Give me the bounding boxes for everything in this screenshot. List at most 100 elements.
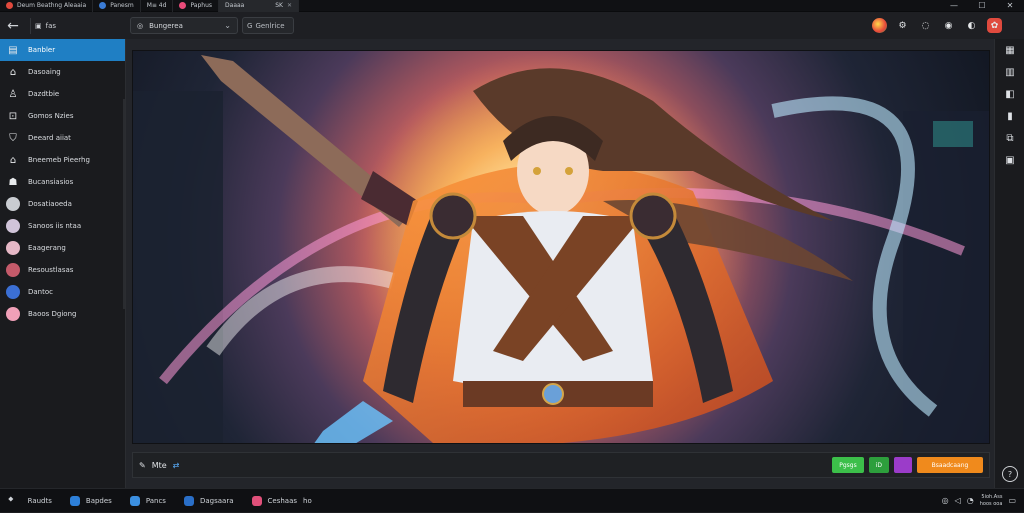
start-icon[interactable]: ⯁: [4, 489, 18, 513]
tab-favicon-icon: [179, 2, 187, 9]
taskbar-item-label: Ceshaas: [267, 496, 298, 505]
bottombar-actions: Pgsgs iD Bsaadcaang: [832, 457, 983, 473]
sidebar-item-label: Dazdtbie: [28, 90, 60, 98]
volume-icon[interactable]: ◁: [955, 496, 961, 505]
sidebar-item-label: Dosatiaoeda: [28, 200, 72, 208]
settings-icon[interactable]: ⚙: [895, 18, 910, 33]
category-select[interactable]: ◎ Bungerea ⌄: [130, 17, 238, 34]
taskbar-item-label: Bapdes: [85, 496, 112, 505]
taskbar-item-2[interactable]: Pancs: [122, 489, 174, 513]
sidebar-item-11[interactable]: Dantoc: [0, 281, 125, 303]
sidebar-scrollbar[interactable]: [123, 99, 125, 309]
sidebar-item-6[interactable]: ☗ Bucansiasios: [0, 171, 125, 193]
copy-icon[interactable]: ⧉: [995, 127, 1024, 149]
document-icon: ▤: [8, 44, 18, 56]
tab-1[interactable]: Deum Beathng Aleaaia: [0, 0, 94, 12]
clock[interactable]: 5ioh.Ass hoos ooa: [980, 494, 1003, 508]
maximize-icon[interactable]: ☐: [968, 0, 996, 12]
taskbar-item-label: Dagsaara: [199, 496, 234, 505]
info-icon[interactable]: ◉: [941, 18, 956, 33]
sidebar-item-2[interactable]: ♙ Dazdtbie: [0, 83, 125, 105]
taskbar-item-1[interactable]: Bapdes: [62, 489, 120, 513]
sidebar-item-label: Resoustlasas: [28, 266, 74, 274]
sidebar-item-9[interactable]: Eaagerang: [0, 237, 125, 259]
sidebar-item-10[interactable]: Resoustlasas: [0, 259, 125, 281]
sidebar-item-1[interactable]: ⌂ Dasoaing: [0, 61, 125, 83]
search-field[interactable]: G Genlrice: [242, 17, 294, 34]
eye-icon[interactable]: ◐: [964, 18, 979, 33]
chevron-down-icon: ⌄: [224, 21, 231, 30]
tab-label: Deum Beathng Aleaaia: [17, 2, 87, 9]
toolbar: ← ▣ fas ◎ Bungerea ⌄ G Genlrice ⚙ ◌ ◉ ◐ …: [0, 12, 1024, 39]
sidebar-item-8[interactable]: Sanoos iis ntaa: [0, 215, 125, 237]
shield-icon: ⛉: [9, 132, 17, 144]
taskbar-item-4[interactable]: Ceshaas ho: [244, 489, 320, 513]
sidebar-item-5[interactable]: ⌂ Bneemeb Pieerhg: [0, 149, 125, 171]
taskbar-item-label: Pancs: [145, 496, 166, 505]
avatar: [6, 241, 20, 255]
app-icon: [69, 495, 80, 506]
tab-2[interactable]: Panesm: [93, 0, 141, 12]
primary-action-button[interactable]: Bsaadcaang: [917, 457, 983, 473]
breadcrumb-label: fas: [45, 21, 57, 30]
help-icon[interactable]: ?: [1002, 466, 1018, 482]
toolbar-icons: ⚙ ◌ ◉ ◐ ✿: [872, 18, 1002, 33]
taskbar-item-3[interactable]: Dagsaara: [176, 489, 242, 513]
bottom-action-bar: ✎ Mte ⇄ Pgsgs iD Bsaadcaang: [132, 452, 990, 478]
window-close-icon[interactable]: ✕: [996, 0, 1024, 12]
action-button-1[interactable]: Pgsgs: [832, 457, 864, 473]
network-icon[interactable]: ◔: [967, 496, 974, 505]
app-badge-icon[interactable]: ✿: [987, 18, 1002, 33]
tab-4[interactable]: Paphus: [173, 0, 220, 12]
sidebar-item-label: Bucansiasios: [28, 178, 74, 186]
tab-label: Daaaa: [225, 2, 245, 9]
share-icon[interactable]: ⇄: [173, 461, 180, 470]
sidebar-item-label: Gomos Nzies: [28, 112, 74, 120]
sidebar-item-label: Banbler: [28, 46, 56, 54]
taskbar-item-0[interactable]: Raudts: [20, 489, 60, 513]
avatar: [6, 197, 20, 211]
sidebar-item-0[interactable]: ▤ Banbler: [0, 39, 125, 61]
home-icon: ⌂: [9, 154, 17, 166]
headset-icon[interactable]: ◎: [942, 496, 949, 505]
colorful-app-icon[interactable]: [872, 18, 887, 33]
clock-date: hoos ooa: [979, 500, 1003, 507]
action-button-3[interactable]: [894, 457, 912, 473]
taskbar: ⯁ Raudts Bapdes Pancs Dagsaara Ceshaas ho…: [0, 488, 1024, 512]
left-sidebar: ▤ Banbler ⌂ Dasoaing ♙ Dazdtbie ⊡ Gomos Nzie…: [0, 39, 126, 488]
notification-icon[interactable]: ▭: [1008, 496, 1016, 505]
tab-bar: Deum Beathng Aleaaia Panesm M≡ 4d Paphus…: [0, 0, 1024, 12]
tab-label: Panesm: [110, 2, 134, 9]
clock-time: 5ioh.Ass: [981, 493, 1003, 500]
sidebar-item-12[interactable]: Baoos Dgiong: [0, 303, 125, 325]
sidebar-item-4[interactable]: ⛉ Deeard aiiat: [0, 127, 125, 149]
refresh-icon[interactable]: ◌: [918, 18, 933, 33]
tab-3[interactable]: M≡ 4d: [141, 0, 174, 12]
tab-5[interactable]: Daaaa SK ✕: [219, 0, 300, 12]
folder-icon: ⌂: [9, 66, 17, 78]
right-sidebar: ▦ ▥ ◧ ▮ ⧉ ▣ ?: [994, 39, 1024, 488]
artwork-svg: [133, 51, 989, 443]
storage-icon[interactable]: ▣: [995, 149, 1024, 171]
circle-icon: ◎: [137, 21, 144, 30]
breadcrumb[interactable]: ▣ fas: [30, 17, 57, 34]
bottombar-label: Mte: [151, 460, 167, 470]
sidebar-item-3[interactable]: ⊡ Gomos Nzies: [0, 105, 125, 127]
sidebar-item-7[interactable]: Dosatiaoeda: [0, 193, 125, 215]
minimize-icon[interactable]: —: [940, 0, 968, 12]
close-icon[interactable]: ✕: [287, 2, 292, 9]
clipboard-icon[interactable]: ▥: [995, 61, 1024, 83]
layout-icon[interactable]: ◧: [995, 83, 1024, 105]
search-icon: G: [247, 21, 253, 30]
back-arrow-icon[interactable]: ←: [0, 18, 26, 34]
user-icon: ♙: [8, 88, 18, 100]
select-value: Bungerea: [149, 21, 183, 30]
lock-icon: ⊡: [8, 110, 18, 122]
calendar-icon[interactable]: ▦: [995, 39, 1024, 61]
sidebar-item-label: Dantoc: [28, 288, 53, 296]
book-icon[interactable]: ▮: [995, 105, 1024, 127]
sidebar-item-label: Eaagerang: [28, 244, 66, 252]
avatar: [6, 219, 20, 233]
edit-icon[interactable]: ✎: [139, 461, 146, 470]
action-button-2[interactable]: iD: [868, 457, 889, 473]
